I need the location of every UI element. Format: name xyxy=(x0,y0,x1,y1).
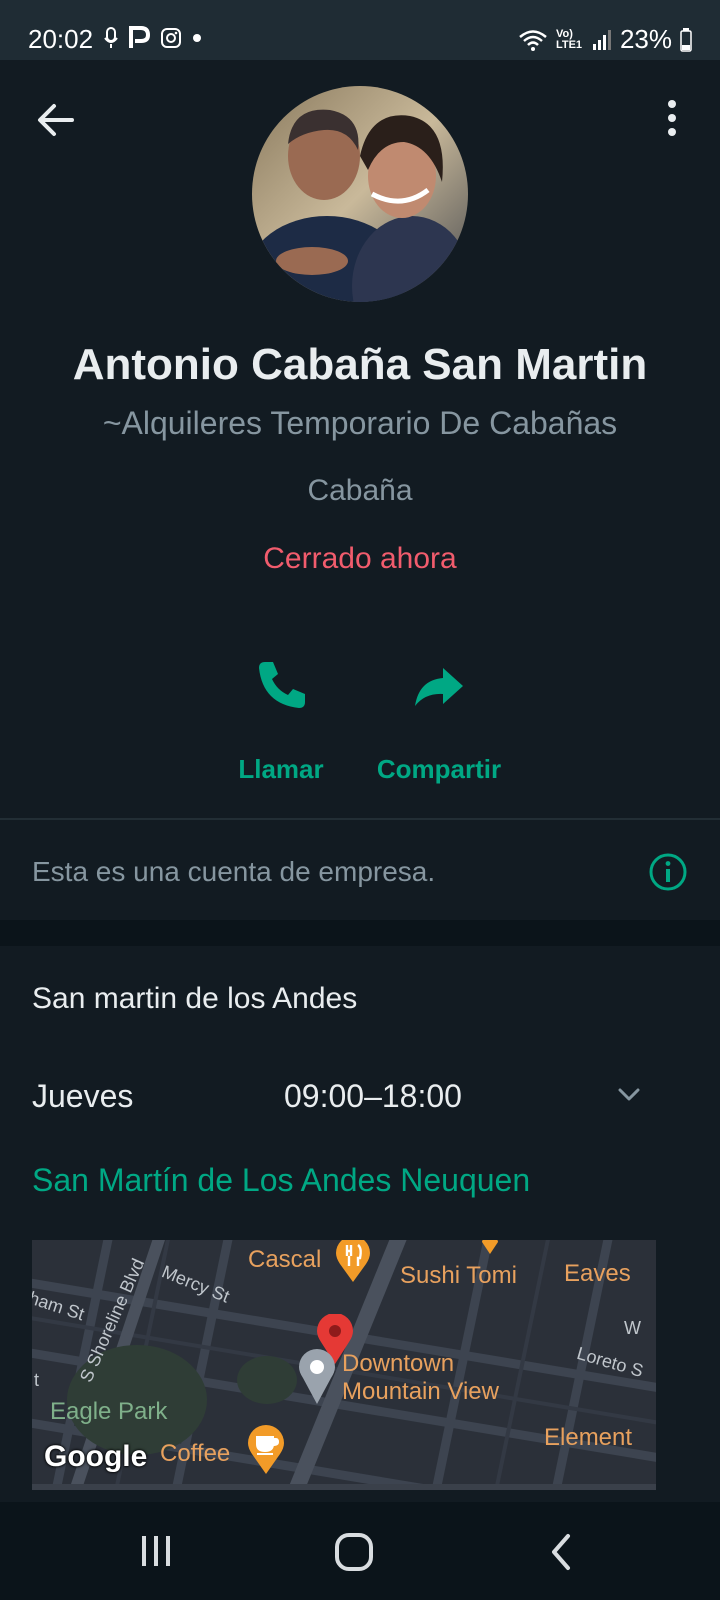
business-account-note[interactable]: Esta es una cuenta de empresa. xyxy=(0,820,720,920)
share-arrow-icon xyxy=(415,668,463,706)
chevron-left-icon xyxy=(552,1534,570,1570)
chevron-down-icon xyxy=(618,1088,640,1101)
business-details: San martin de los Andes Jueves 09:00–18:… xyxy=(0,946,720,1502)
business-note-text: Esta es una cuenta de empresa. xyxy=(32,856,436,887)
call-label: Llamar xyxy=(238,754,324,784)
profile-avatar[interactable] xyxy=(252,86,468,302)
info-button[interactable] xyxy=(648,852,688,892)
expand-hours-button[interactable] xyxy=(612,1078,646,1112)
section-gap xyxy=(0,920,720,946)
map-label-eaves: Eaves xyxy=(564,1260,631,1287)
coffee-pin-icon xyxy=(248,1425,284,1474)
open-status: Cerrado ahora xyxy=(263,542,457,575)
status-time: 20:02 xyxy=(28,24,94,54)
map-label-sushi: Sushi Tomi xyxy=(400,1262,517,1289)
system-navigation-bar xyxy=(0,1502,720,1600)
info-icon xyxy=(649,853,687,891)
contact-name: Antonio Cabaña San Martin xyxy=(72,340,648,389)
notification-icons xyxy=(104,26,202,50)
system-icons: Vo) LTE1 23% xyxy=(518,24,692,55)
arrow-left-icon xyxy=(38,104,74,136)
profile-header: Antonio Cabaña San Martin ~Alquileres Te… xyxy=(0,60,720,820)
map-label-downtown-2: Mountain View xyxy=(342,1378,499,1405)
map-label-downtown-1: Downtown xyxy=(342,1350,455,1377)
map-label-t: t xyxy=(34,1370,40,1390)
recent-apps-button[interactable] xyxy=(130,1526,182,1578)
signal-icon xyxy=(592,29,611,50)
wifi-icon xyxy=(519,29,547,51)
map-marker-icon xyxy=(299,1349,335,1404)
recent-apps-icon xyxy=(142,1536,170,1566)
status-bar: 20:02 Vo) LTE1 23% xyxy=(0,0,720,60)
p-app-icon xyxy=(129,26,150,48)
kebab-menu-icon xyxy=(668,100,676,136)
share-button[interactable]: Compartir xyxy=(364,656,514,785)
back-nav-button[interactable] xyxy=(536,1526,588,1578)
address-link[interactable]: San Martín de Los Andes Neuquen xyxy=(32,1162,530,1199)
business-category: Cabaña xyxy=(307,474,413,507)
more-options-button[interactable] xyxy=(660,96,684,144)
mic-icon xyxy=(104,27,118,48)
map-label-element: Element xyxy=(544,1424,633,1451)
home-icon xyxy=(335,1533,373,1571)
share-label: Compartir xyxy=(376,754,502,784)
profile-photo xyxy=(252,86,468,302)
map-label-cascal: Cascal xyxy=(248,1246,322,1273)
hours-day: Jueves xyxy=(32,1078,134,1114)
instagram-icon xyxy=(161,28,181,48)
back-button[interactable] xyxy=(32,96,80,144)
google-logo: Google xyxy=(44,1440,148,1473)
map-label-w: W xyxy=(624,1318,641,1338)
location-map[interactable]: Cascal Sushi Tomi Eaves Mercy St S Shore… xyxy=(32,1240,656,1490)
battery-percent: 23% xyxy=(619,24,672,54)
hours-range: 09:00–18:00 xyxy=(284,1078,462,1114)
battery-icon xyxy=(680,27,692,52)
restaurant-pin-icon xyxy=(336,1240,370,1282)
map-label-coffee: Coffee xyxy=(160,1440,231,1467)
home-button[interactable] xyxy=(328,1526,380,1578)
call-button[interactable]: Llamar xyxy=(206,656,356,785)
dot-icon xyxy=(193,34,201,42)
phone-icon xyxy=(259,662,305,708)
food-pin-icon xyxy=(482,1240,498,1254)
network-label: Vo) LTE1 xyxy=(555,27,583,51)
location-title: San martin de los Andes xyxy=(32,982,358,1015)
contact-subtitle: ~Alquileres Temporario De Cabañas xyxy=(102,405,618,441)
map-label-eagle-park: Eagle Park xyxy=(50,1398,168,1425)
